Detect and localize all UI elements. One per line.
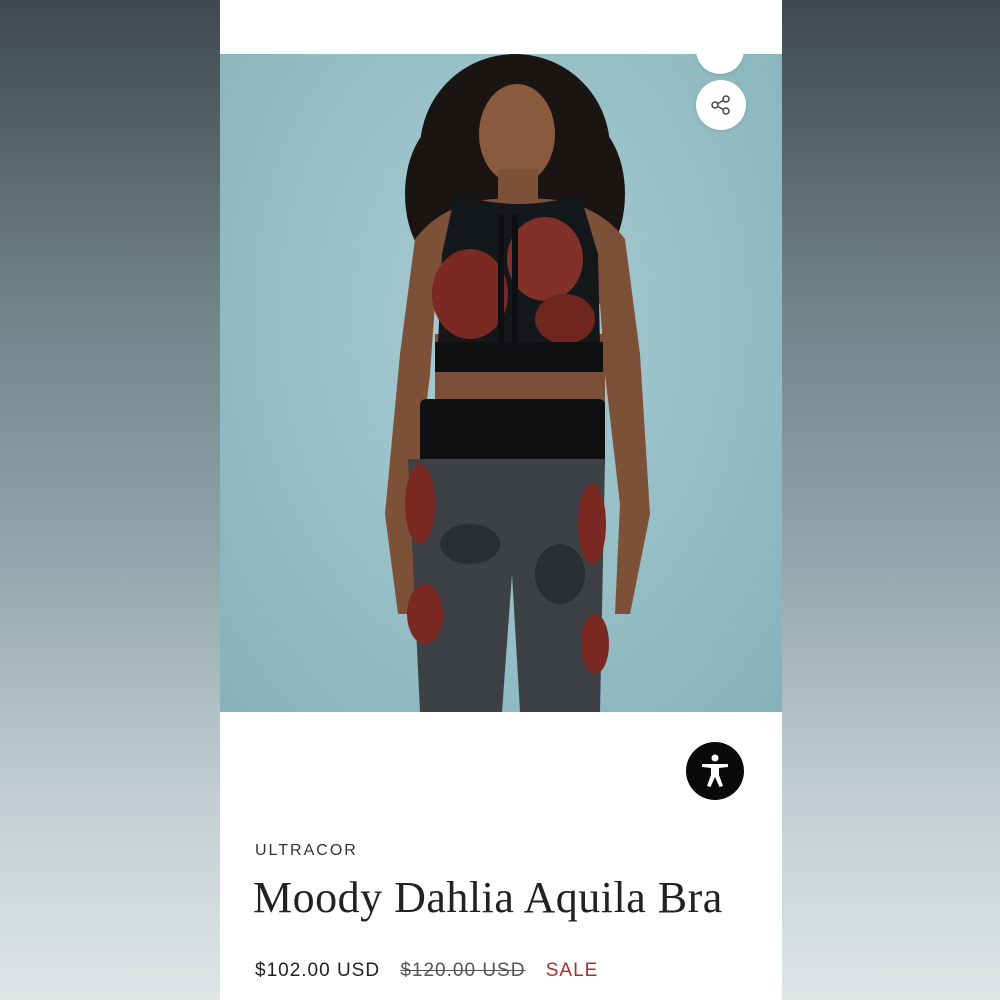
share-icon: [711, 95, 730, 115]
background-blur-left: [0, 0, 220, 1000]
price-row: $102.00 USD $120.00 USD SALE: [255, 960, 598, 982]
product-image[interactable]: [220, 54, 782, 712]
background-blur-right: [782, 0, 1000, 1000]
model-illustration: [385, 54, 650, 712]
sale-price: $102.00 USD: [255, 960, 381, 981]
share-button[interactable]: [696, 80, 746, 130]
accessibility-icon: [702, 754, 728, 787]
accessibility-button[interactable]: [686, 742, 744, 800]
top-bar: [220, 0, 782, 55]
product-title: Moody Dahlia Aquila Bra: [253, 873, 723, 922]
product-screen: ULTRACOR Moody Dahlia Aquila Bra $102.00…: [220, 0, 782, 1000]
sale-badge: SALE: [545, 960, 599, 981]
brand-name[interactable]: ULTRACOR: [255, 842, 358, 860]
original-price: $120.00 USD: [400, 960, 526, 981]
